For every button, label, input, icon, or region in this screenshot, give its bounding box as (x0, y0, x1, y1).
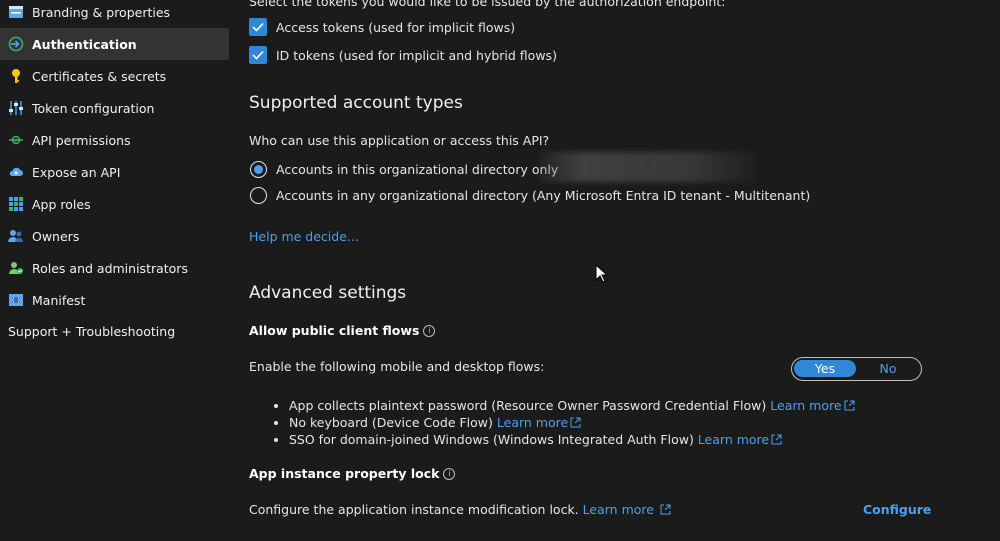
flow-text: App collects plaintext password (Resourc… (289, 398, 767, 413)
sidebar-item-label: Owners (32, 228, 80, 244)
single-tenant-radio[interactable] (250, 161, 267, 178)
redacted-tenant-name (539, 152, 755, 182)
help-me-decide-link[interactable]: Help me decide... (249, 229, 359, 244)
learn-more-link[interactable]: Learn more (497, 415, 568, 430)
branding-icon (8, 4, 24, 20)
public-client-toggle[interactable]: Yes No (791, 357, 922, 381)
sidebar-item-token-configuration[interactable]: Token configuration (0, 92, 229, 124)
flow-item: No keyboard (Device Code Flow) Learn mor… (289, 415, 581, 430)
flow-text: No keyboard (Device Code Flow) (289, 415, 493, 430)
bullet (274, 421, 278, 425)
sidebar-item-authentication[interactable]: Authentication (0, 28, 229, 60)
id-tokens-checkbox[interactable] (249, 46, 267, 64)
checkmark-icon (252, 22, 264, 32)
owners-icon (8, 228, 24, 244)
sidebar-item-app-roles[interactable]: App roles (0, 188, 229, 220)
access-tokens-label: Access tokens (used for implicit flows) (276, 20, 516, 35)
sidebar-item-roles-administrators[interactable]: Roles and administrators (0, 252, 229, 284)
cloud-icon (8, 164, 24, 180)
external-link-icon (771, 434, 782, 445)
learn-more-link[interactable]: Learn more (583, 502, 654, 517)
roles-icon (8, 260, 24, 276)
sidebar-item-label: Certificates & secrets (32, 68, 167, 84)
sidebar-item-label: Token configuration (32, 100, 155, 116)
sidebar-section-support[interactable]: Support + Troubleshooting (8, 324, 175, 339)
mouse-cursor-icon (595, 264, 607, 283)
sidebar-item-label: Expose an API (32, 164, 121, 180)
manifest-icon: { } (8, 292, 24, 308)
multi-tenant-label: Accounts in any organizational directory… (276, 188, 811, 203)
toggle-yes-option[interactable]: Yes (794, 360, 856, 377)
authentication-icon (8, 36, 24, 52)
flow-item: SSO for domain-joined Windows (Windows I… (289, 432, 782, 447)
external-link-icon (660, 504, 671, 515)
bullet (274, 404, 278, 408)
info-icon[interactable]: i (423, 325, 436, 337)
sidebar-item-api-permissions[interactable]: API permissions (0, 124, 229, 156)
sliders-icon (8, 100, 24, 116)
instance-lock-row: Configure the application instance modif… (249, 502, 671, 517)
sidebar: Branding & properties Authentication Cer… (0, 0, 229, 541)
tokens-intro: Select the tokens you would like to be i… (249, 0, 726, 9)
svg-text:{ }: { } (11, 297, 21, 304)
sidebar-item-label: Authentication (32, 36, 137, 52)
sidebar-item-certificates[interactable]: Certificates & secrets (0, 60, 229, 92)
supported-account-types-title: Supported account types (249, 93, 463, 113)
flow-text: SSO for domain-joined Windows (Windows I… (289, 432, 694, 447)
sidebar-item-label: Branding & properties (32, 4, 171, 20)
sidebar-item-owners[interactable]: Owners (0, 220, 229, 252)
account-question: Who can use this application or access t… (249, 133, 550, 148)
public-client-flows-heading: Allow public client flows i (249, 323, 436, 338)
flow-item: App collects plaintext password (Resourc… (289, 398, 855, 413)
sidebar-item-label: Manifest (32, 292, 86, 308)
sidebar-item-branding[interactable]: Branding & properties (0, 0, 229, 28)
sidebar-item-label: App roles (32, 196, 91, 212)
multi-tenant-radio[interactable] (250, 187, 267, 204)
learn-more-link[interactable]: Learn more (770, 398, 841, 413)
single-tenant-label: Accounts in this organizational director… (276, 162, 559, 177)
key-icon (8, 68, 24, 84)
instance-lock-title: App instance property lock (249, 466, 440, 481)
api-permissions-icon (8, 132, 24, 148)
sidebar-item-label: API permissions (32, 132, 131, 148)
external-link-icon (570, 417, 581, 428)
checkmark-icon (252, 50, 264, 60)
public-client-flows-title: Allow public client flows (249, 323, 420, 338)
info-icon[interactable]: i (443, 468, 456, 480)
enable-flows-text: Enable the following mobile and desktop … (249, 359, 545, 374)
external-link-icon (844, 400, 855, 411)
sidebar-item-label: Roles and administrators (32, 260, 188, 276)
configure-button[interactable]: Configure (863, 502, 931, 517)
toggle-no-option[interactable]: No (857, 360, 919, 377)
sidebar-item-expose-api[interactable]: Expose an API (0, 156, 229, 188)
bullet (274, 438, 278, 442)
access-tokens-checkbox[interactable] (249, 18, 267, 36)
learn-more-link[interactable]: Learn more (698, 432, 769, 447)
id-tokens-label: ID tokens (used for implicit and hybrid … (276, 48, 557, 63)
sidebar-item-manifest[interactable]: { } Manifest (0, 284, 229, 316)
app-roles-icon (8, 196, 24, 212)
instance-lock-heading: App instance property lock i (249, 466, 456, 481)
instance-lock-text: Configure the application instance modif… (249, 502, 579, 517)
advanced-settings-title: Advanced settings (249, 283, 407, 303)
